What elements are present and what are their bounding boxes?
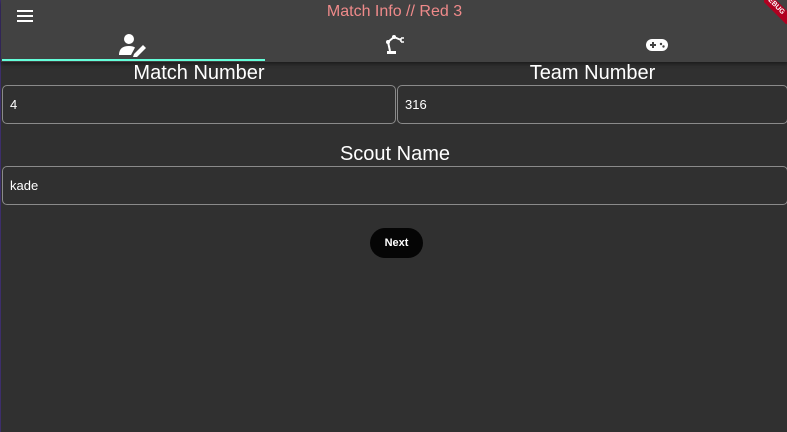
robot-arm-icon <box>386 35 404 54</box>
tab-teleop[interactable] <box>526 28 787 62</box>
match-number-input[interactable] <box>2 85 396 124</box>
match-number-label: Match Number <box>133 62 265 84</box>
team-number-label: Team Number <box>529 62 656 84</box>
scout-name-input[interactable] <box>2 166 787 205</box>
tab-autonomous[interactable] <box>264 28 526 62</box>
next-button[interactable]: Next <box>370 228 423 258</box>
team-number-input[interactable] <box>397 85 787 124</box>
debug-banner: DEBUG <box>764 0 787 24</box>
page-title: Match Info // Red 3 <box>326 3 463 20</box>
gamepad-icon <box>646 39 668 51</box>
scout-name-label: Scout Name <box>339 143 451 165</box>
tab-match-info[interactable] <box>2 28 264 62</box>
user-edit-icon <box>119 34 146 57</box>
app-bar: Match Info // Red 3 DEBUG <box>1 0 787 62</box>
